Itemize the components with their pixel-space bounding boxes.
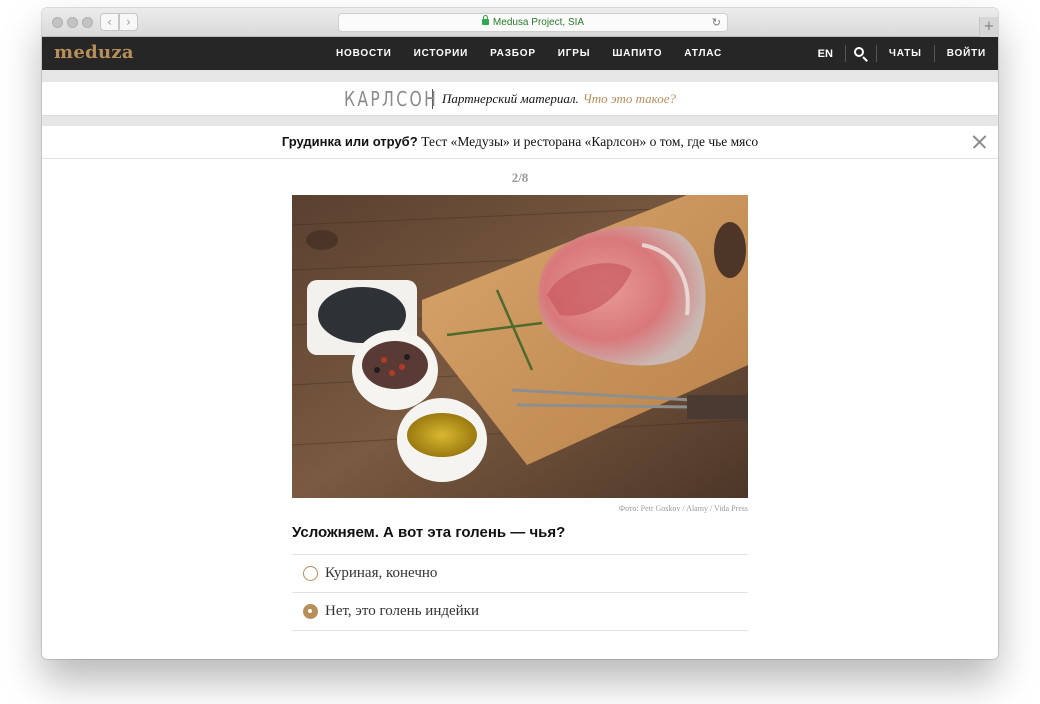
close-window-button[interactable] xyxy=(52,17,63,28)
partner-brand-logo[interactable]: КАРЛСОН xyxy=(344,87,436,111)
spacer-band xyxy=(42,116,998,126)
new-tab-button[interactable]: + xyxy=(979,17,998,37)
partner-info-link[interactable]: Что это такое? xyxy=(583,91,676,107)
back-button[interactable]: ‹ xyxy=(100,13,119,31)
nav-shapito[interactable]: ШАПИТО xyxy=(612,37,662,70)
answer-option-chicken[interactable]: Куриная, конечно xyxy=(292,555,748,593)
quiz-photo xyxy=(292,195,748,498)
nav-stories[interactable]: ИСТОРИИ xyxy=(414,37,468,70)
nav-right: EN ЧАТЫ ВОЙТИ xyxy=(806,37,998,70)
main-nav: НОВОСТИ ИСТОРИИ РАЗБОР ИГРЫ ШАПИТО АТЛАС xyxy=(336,37,744,70)
answer-option-turkey[interactable]: Нет, это голень индейки xyxy=(292,593,748,631)
radio-selected-icon[interactable] xyxy=(303,604,318,619)
quiz-title-rest: Тест «Медузы» и ресторана «Карлсон» о то… xyxy=(421,134,759,149)
nav-analysis[interactable]: РАЗБОР xyxy=(490,37,536,70)
login-link[interactable]: ВОЙТИ xyxy=(935,48,998,59)
partner-content: КАРЛСОН Партнерский материал. Что это та… xyxy=(344,86,676,112)
quiz-title-bold: Грудинка или отруб? xyxy=(281,134,418,149)
radio-unselected-icon[interactable] xyxy=(303,566,318,581)
question-counter: 2/8 xyxy=(511,170,529,185)
browser-titlebar: ‹ › Medusa Project, SIA ↻ + xyxy=(42,8,998,37)
forward-button[interactable]: › xyxy=(119,13,138,31)
zoom-window-button[interactable] xyxy=(82,17,93,28)
answer-list: Куриная, конечно Нет, это голень индейки xyxy=(292,554,748,631)
language-switch[interactable]: EN xyxy=(806,48,845,60)
browser-window: ‹ › Medusa Project, SIA ↻ + meduza НОВОС… xyxy=(42,8,998,659)
partner-label: Партнерский материал. xyxy=(442,91,579,106)
chats-link[interactable]: ЧАТЫ xyxy=(877,48,934,59)
site-logo[interactable]: meduza xyxy=(54,42,134,63)
spacer-band xyxy=(42,70,998,82)
address-bar[interactable]: Medusa Project, SIA ↻ xyxy=(338,13,728,32)
close-icon[interactable] xyxy=(972,135,986,149)
search-icon[interactable] xyxy=(846,37,876,70)
quiz-title: Грудинка или отруб? Тест «Медузы» и рест… xyxy=(42,126,998,158)
lock-icon xyxy=(481,15,489,25)
answer-label: Куриная, конечно xyxy=(325,565,438,581)
address-text: Medusa Project, SIA xyxy=(492,17,585,28)
photo-credit: Фото: Petr Goskov / Alamy / Vida Press xyxy=(618,504,748,513)
nav-atlas[interactable]: АТЛАС xyxy=(684,37,722,70)
partner-banner: КАРЛСОН Партнерский материал. Что это та… xyxy=(42,82,998,116)
nav-games[interactable]: ИГРЫ xyxy=(558,37,591,70)
nav-news[interactable]: НОВОСТИ xyxy=(336,37,392,70)
minimize-window-button[interactable] xyxy=(67,17,78,28)
site-navbar: meduza НОВОСТИ ИСТОРИИ РАЗБОР ИГРЫ ШАПИТ… xyxy=(42,37,998,70)
answer-label: Нет, это голень индейки xyxy=(325,603,479,619)
question-text: Усложняем. А вот эта голень — чья? xyxy=(292,524,566,541)
quiz-header: Грудинка или отруб? Тест «Медузы» и рест… xyxy=(42,126,998,159)
reload-icon[interactable]: ↻ xyxy=(712,14,721,31)
